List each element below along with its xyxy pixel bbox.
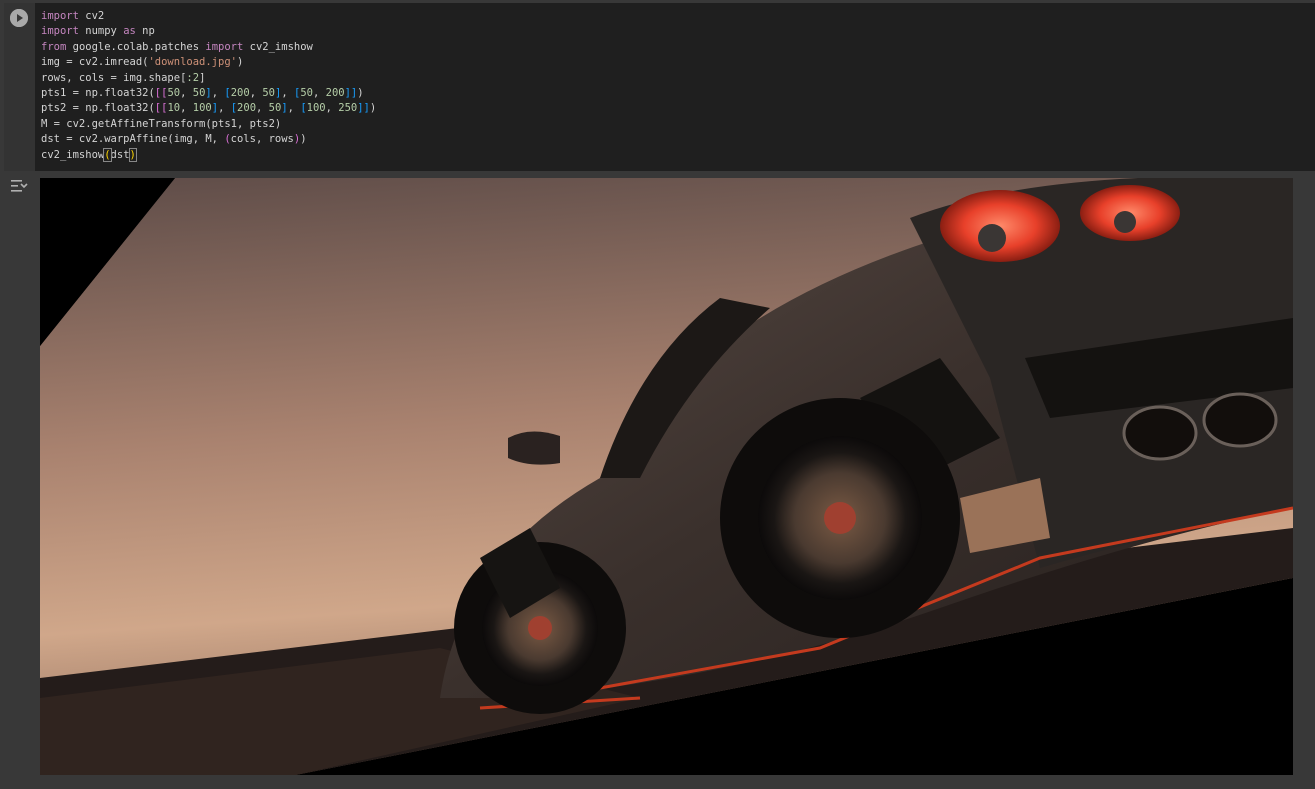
code-token: dst <box>110 148 130 161</box>
code-token: img = cv2.imread( <box>41 56 149 69</box>
code-token: ]] <box>357 102 370 115</box>
code-token: rows, cols = img.shape[ <box>41 71 187 84</box>
code-token: 200 <box>325 86 345 99</box>
code-token: 50 <box>268 102 282 115</box>
code-token: cv2_imshow <box>41 148 105 161</box>
code-cell: import cv2 import numpy as np from google.… <box>0 0 1315 789</box>
code-token: pts2 = np.float32( <box>41 102 155 115</box>
code-token: , <box>211 86 225 99</box>
code-line[interactable]: pts2 = np.float32([[10, 100], [200, 50],… <box>41 101 1315 116</box>
code-token: google.colab.patches <box>66 40 206 53</box>
code-token: import <box>205 40 244 53</box>
code-token: dst = cv2.warpAffine(img, M, <box>41 133 225 146</box>
run-gutter <box>4 3 35 171</box>
play-icon <box>10 9 28 27</box>
code-token: 100 <box>192 102 212 115</box>
code-editor[interactable]: import cv2 import numpy as np from google.… <box>35 3 1315 171</box>
code-token: numpy <box>78 25 124 38</box>
code-line[interactable]: M = cv2.getAffineTransform(pts1, pts2) <box>41 117 1315 132</box>
code-token: ) <box>236 56 244 69</box>
code-token: , <box>281 86 294 99</box>
code-token: ) <box>128 147 137 162</box>
code-line[interactable]: cv2_imshow(dst) <box>41 147 1315 163</box>
code-token: ) <box>357 86 364 99</box>
code-token: ]] <box>344 86 358 99</box>
code-token: 'download.jpg' <box>148 56 237 69</box>
code-token: ) <box>300 133 307 146</box>
code-line[interactable]: import numpy as np <box>41 24 1315 39</box>
code-token: cv2 <box>78 10 105 22</box>
code-token: [[ <box>154 86 168 99</box>
code-token: 200 <box>237 102 257 115</box>
code-line[interactable]: img = cv2.imread('download.jpg') <box>41 55 1315 70</box>
code-token: 50 <box>262 86 276 99</box>
code-token: , <box>325 102 339 115</box>
code-token: , <box>256 102 269 115</box>
code-token: np <box>135 25 155 38</box>
code-token: 200 <box>230 86 250 99</box>
run-cell-button[interactable] <box>10 9 28 27</box>
code-token: ) <box>369 102 377 115</box>
code-token: , <box>218 102 231 115</box>
code-token: , <box>180 86 193 99</box>
code-token: M = cv2.getAffineTransform(pts1, pts2) <box>41 117 282 130</box>
code-token: , <box>180 102 193 115</box>
code-line[interactable]: from google.colab.patches import cv2_ims… <box>41 40 1315 55</box>
code-token: ] <box>199 71 206 84</box>
code-token: import <box>41 25 79 38</box>
code-line[interactable]: import cv2 <box>41 9 1315 24</box>
code-token: 10 <box>167 102 181 115</box>
code-token: import <box>41 10 79 22</box>
code-token: , <box>249 86 263 99</box>
code-token: 100 <box>306 102 326 115</box>
warped-image <box>40 178 1293 775</box>
code-token: , <box>287 102 301 115</box>
code-token: as <box>123 25 136 38</box>
code-token: pts1 = np.float32( <box>41 86 155 99</box>
code-token: 50 <box>192 86 206 99</box>
code-token: 50 <box>167 86 181 99</box>
code-token: , <box>312 86 326 99</box>
code-line[interactable]: dst = cv2.warpAffine(img, M, (cols, rows… <box>41 132 1315 147</box>
output-image <box>40 178 1293 775</box>
code-token: cols, rows <box>230 133 294 146</box>
code-token: 250 <box>338 102 358 115</box>
code-token: from <box>41 40 67 53</box>
code-token: [[ <box>154 102 168 115</box>
output-toggle-button[interactable] <box>10 178 28 194</box>
output-toggle-icon <box>11 180 28 192</box>
code-line[interactable]: pts1 = np.float32([[50, 50], [200, 50], … <box>41 86 1315 101</box>
code-token: 50 <box>300 86 313 99</box>
code-token: :2 <box>186 71 200 84</box>
code-line[interactable]: rows, cols = img.shape[:2] <box>41 71 1315 86</box>
code-token: cv2_imshow <box>243 40 313 53</box>
